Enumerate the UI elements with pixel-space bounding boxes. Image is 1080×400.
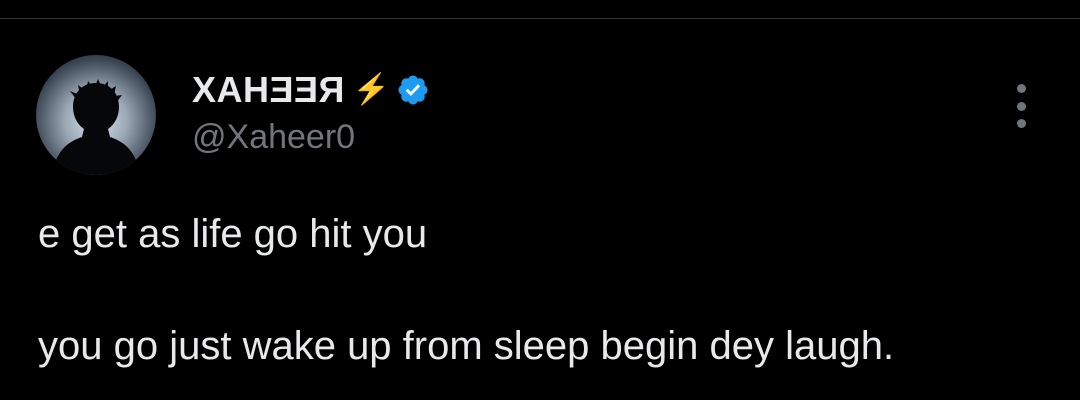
more-options-button[interactable]	[1006, 84, 1036, 128]
tweet-line-2: you go just wake up from sleep begin dey…	[38, 324, 895, 368]
verified-badge-icon	[398, 75, 428, 105]
author-block: XAHƎƎЯ ⚡ @Xaheer0	[192, 66, 430, 157]
display-name[interactable]: XAHƎƎЯ	[192, 69, 345, 111]
avatar-silhouette-icon	[52, 79, 140, 175]
avatar[interactable]	[36, 55, 156, 175]
user-handle[interactable]: @Xaheer0	[192, 118, 430, 157]
more-options-icon	[1016, 101, 1026, 111]
more-options-icon	[1016, 119, 1026, 128]
tweet-text: e get as life go hit you you go just wak…	[38, 206, 1058, 374]
lightning-bolt-icon: ⚡	[352, 73, 391, 106]
name-row: XAHƎƎЯ ⚡	[192, 66, 430, 114]
more-options-icon	[1016, 84, 1026, 93]
top-divider	[0, 18, 1080, 19]
tweet-line-1: e get as life go hit you	[38, 212, 428, 256]
tweet-line-gap	[38, 262, 1058, 318]
